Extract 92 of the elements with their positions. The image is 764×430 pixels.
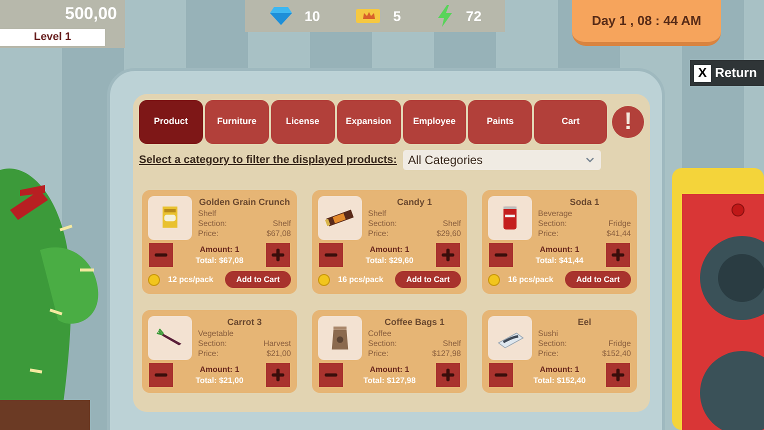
product-category: Sushi [538, 329, 558, 339]
pack-size: 16 pcs/pack [338, 274, 384, 286]
coin-icon [488, 274, 500, 286]
product-category: Vegetable [198, 329, 234, 339]
product-name: Soda 1 [568, 196, 600, 209]
plus-icon [270, 367, 286, 383]
price-label: Price: [198, 349, 218, 359]
price-value: $127,98 [432, 349, 461, 359]
increase-button[interactable] [606, 363, 630, 387]
amount-text: Amount: 1 [200, 244, 240, 255]
add-to-cart-button[interactable]: Add to Cart [565, 271, 631, 288]
section-label: Section: [368, 339, 397, 349]
resource-count: 5 [393, 6, 401, 26]
product-name: Candy 1 [396, 196, 433, 209]
total-text: Total: $152,40 [533, 375, 586, 386]
key-hint: X [694, 64, 711, 82]
total-text: Total: $67,08 [196, 255, 244, 266]
price-label: Price: [538, 229, 558, 239]
category-tab[interactable]: Product [139, 100, 203, 144]
coin-icon [148, 274, 160, 286]
total-text: Total: $21,00 [196, 375, 244, 386]
product-category: Beverage [538, 209, 572, 219]
resource-count: 72 [466, 6, 482, 26]
price-label: Price: [538, 349, 558, 359]
price-value: $21,00 [266, 349, 291, 359]
plus-icon [270, 247, 286, 263]
price-value: $29,60 [436, 229, 461, 239]
level-label: Level 1 [0, 29, 105, 46]
product-category: Coffee [368, 329, 392, 339]
section-label: Section: [368, 219, 397, 229]
section-value: Shelf [442, 339, 461, 349]
section-value: Shelf [442, 219, 461, 229]
decrease-button[interactable] [319, 363, 343, 387]
amount-text: Amount: 1 [370, 244, 410, 255]
product-category: Shelf [198, 209, 216, 219]
day-time: Day 1 , 08 : 44 AM [592, 12, 702, 30]
section-value: Shelf [272, 219, 291, 229]
section-label: Section: [538, 339, 567, 349]
price-value: $41,44 [606, 229, 631, 239]
product-name: Coffee Bags 1 [383, 316, 446, 329]
total-text: Total: $127,98 [363, 375, 416, 386]
product-name: Carrot 3 [226, 316, 263, 329]
product-name: Eel [576, 316, 592, 329]
section-label: Section: [198, 219, 227, 229]
increase-button[interactable] [436, 363, 460, 387]
pack-size: 16 pcs/pack [508, 274, 554, 286]
category-tab[interactable]: License [270, 100, 335, 144]
price-value: $152,40 [602, 349, 631, 359]
amount-text: Amount: 1 [370, 364, 410, 375]
product-category: Shelf [368, 209, 386, 219]
decrease-button[interactable] [319, 243, 343, 267]
category-tab[interactable]: Expansion [336, 100, 400, 144]
decrease-button[interactable] [149, 363, 173, 387]
section-value: Fridge [608, 339, 631, 349]
section-label: Section: [198, 339, 227, 349]
alert-badge[interactable]: ! [612, 106, 644, 138]
price-value: $67,08 [266, 229, 291, 239]
total-text: Total: $29,60 [366, 255, 414, 266]
plus-icon [610, 247, 626, 263]
price-label: Price: [198, 229, 218, 239]
amount-text: Amount: 1 [200, 364, 240, 375]
add-to-cart-button[interactable]: Add to Cart [395, 271, 461, 288]
section-label: Section: [538, 219, 567, 229]
section-value: Harvest [263, 339, 291, 349]
ticket-icon [355, 8, 382, 24]
plus-icon [610, 367, 626, 383]
total-text: Total: $41,44 [536, 255, 584, 266]
category-tab[interactable]: Paints [468, 100, 532, 144]
amount-text: Amount: 1 [540, 244, 580, 255]
category-tab[interactable]: Employee [402, 100, 466, 144]
product-name: Golden Grain Crunch [198, 196, 291, 209]
section-value: Fridge [608, 219, 631, 229]
coin-icon [318, 274, 330, 286]
add-to-cart-button[interactable]: Add to Cart [225, 271, 291, 288]
category-dropdown[interactable]: All Categories [402, 150, 601, 170]
price-label: Price: [368, 349, 388, 359]
pack-size: 12 pcs/pack [168, 274, 214, 286]
return-button[interactable]: X Return [690, 60, 764, 86]
decrease-button[interactable] [149, 243, 173, 267]
filter-label: Select a category to filter the displayed products: [139, 152, 397, 168]
decrease-button[interactable] [489, 243, 513, 267]
diamond-icon [268, 6, 292, 26]
plus-icon [440, 247, 456, 263]
category-tab[interactable]: Cart [534, 100, 608, 144]
plus-icon [440, 367, 456, 383]
money-amount: 500,00 [65, 3, 118, 25]
decrease-button[interactable] [489, 363, 513, 387]
category-tab[interactable]: Furniture [204, 100, 269, 144]
lightning-icon [436, 4, 454, 28]
amount-text: Amount: 1 [540, 364, 580, 375]
price-label: Price: [368, 229, 388, 239]
resource-count: 10 [304, 6, 320, 26]
